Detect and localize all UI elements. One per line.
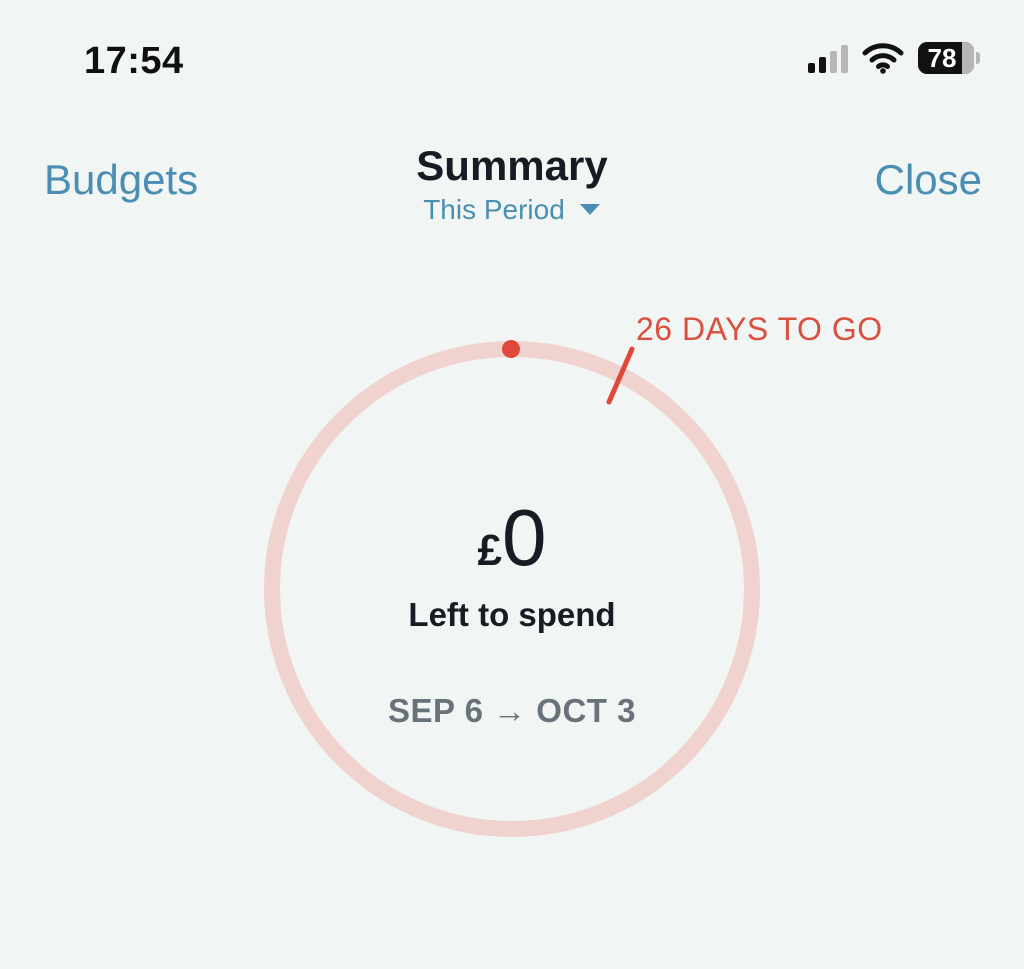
ring-track [264,341,760,837]
amount-left: £0 [0,498,1024,578]
left-to-spend-label: Left to spend [408,596,616,633]
days-to-go-label: 26 DAYS TO GO [636,311,883,347]
amount-value: 0 [501,493,547,582]
budget-ring [264,340,760,837]
spend-indicator-dot [502,340,520,358]
period-date-range: SEP 6 → OCT 3 [388,692,636,729]
currency-symbol: £ [477,526,502,575]
